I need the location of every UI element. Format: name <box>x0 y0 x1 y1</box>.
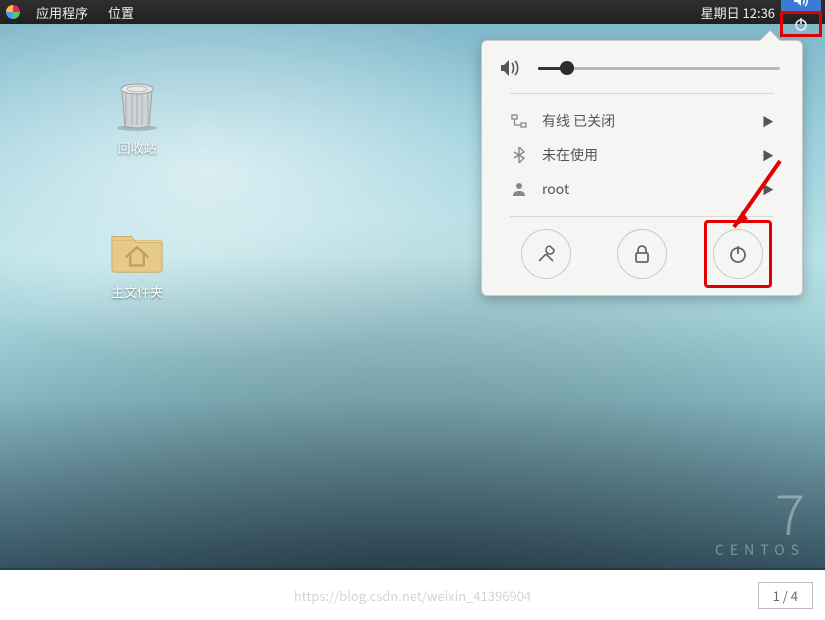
activities-logo-icon <box>6 5 20 19</box>
system-menu-popover: 有线 已关闭 ▶ 未在使用 ▶ root ▶ <box>481 40 803 296</box>
clock-label[interactable]: 星期日 12:36 <box>701 3 775 22</box>
applications-menu[interactable]: 应用程序 <box>36 3 88 22</box>
os-watermark: 7 CENTOS <box>715 484 805 560</box>
home-folder-label: 主文件夹 <box>92 282 182 301</box>
top-panel: 应用程序 位置 星期日 12:36 <box>0 0 825 24</box>
viewer-footer: https://blog.csdn.net/weixin_41396904 1 … <box>0 570 825 620</box>
chevron-right-icon: ▶ <box>762 113 774 130</box>
trash-desktop-icon[interactable]: 回收站 <box>92 78 182 157</box>
settings-button[interactable] <box>521 229 571 279</box>
power-button[interactable] <box>713 229 763 279</box>
user-row[interactable]: root ▶ <box>492 172 792 206</box>
tools-icon <box>536 244 556 264</box>
power-icon <box>728 244 748 264</box>
bluetooth-label: 未在使用 <box>542 145 748 165</box>
watermark-text: https://blog.csdn.net/weixin_41396904 <box>294 586 531 605</box>
trash-label: 回收站 <box>92 138 182 157</box>
chevron-right-icon: ▶ <box>762 181 774 198</box>
network-wired-row[interactable]: 有线 已关闭 ▶ <box>492 104 792 138</box>
trash-icon <box>114 80 160 132</box>
network-label: 有线 已关闭 <box>542 111 748 131</box>
chevron-right-icon: ▶ <box>762 147 774 164</box>
page-indicator: 1 / 4 <box>758 582 813 609</box>
popover-tail <box>760 31 780 41</box>
power-icon <box>794 17 808 31</box>
network-icon <box>510 114 528 128</box>
folder-home-icon <box>109 226 165 274</box>
tray-volume-button[interactable] <box>781 0 821 12</box>
user-icon <box>510 182 528 196</box>
lock-button[interactable] <box>617 229 667 279</box>
volume-icon <box>500 59 522 77</box>
separator <box>510 216 774 217</box>
lock-icon <box>633 244 651 264</box>
home-folder-desktop-icon[interactable]: 主文件夹 <box>92 222 182 301</box>
volume-icon <box>793 0 809 7</box>
separator <box>510 93 774 94</box>
volume-slider[interactable] <box>538 67 780 70</box>
user-label: root <box>542 179 748 199</box>
places-menu[interactable]: 位置 <box>108 3 134 22</box>
bluetooth-row[interactable]: 未在使用 ▶ <box>492 138 792 172</box>
volume-row <box>492 59 792 83</box>
tray-power-button[interactable] <box>781 12 821 36</box>
bluetooth-icon <box>510 147 528 163</box>
action-buttons-row <box>492 227 792 279</box>
